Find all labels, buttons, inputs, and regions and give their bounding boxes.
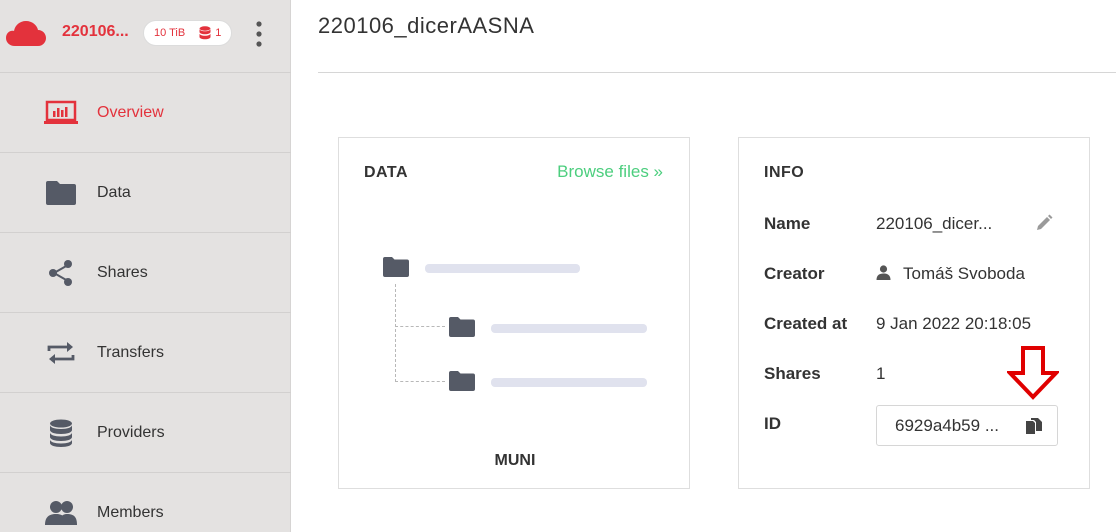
folder-icon [449, 371, 475, 391]
annotation-arrow-down-icon [1007, 346, 1059, 400]
sidebar-item-transfers[interactable]: Transfers [0, 313, 291, 393]
id-value: 6929a4b59 ... [895, 415, 999, 435]
page-title: 220106_dicerAASNA [318, 13, 535, 38]
data-card-heading: DATA [364, 164, 409, 181]
sidebar-item-members[interactable]: Members [0, 473, 291, 532]
creator-label: Creator [764, 264, 825, 283]
sidebar-item-providers[interactable]: Providers [0, 393, 291, 473]
sidebar-header: 220106... 10 TiB 1 [0, 0, 291, 73]
shares-value: 1 [876, 364, 886, 383]
database-icon [44, 416, 78, 450]
data-card: DATA Browse files » MUNI [338, 137, 690, 489]
shares-label: Shares [764, 364, 821, 383]
browse-files-link[interactable]: Browse files » [557, 162, 663, 182]
overview-icon [44, 96, 78, 130]
cloud-icon [6, 21, 46, 46]
tree-connector [395, 284, 396, 382]
info-card-heading: INFO [764, 164, 805, 181]
title-divider [318, 72, 1116, 73]
tree-placeholder-bar [491, 324, 647, 333]
sidebar-item-data[interactable]: Data [0, 153, 291, 233]
database-icon [199, 26, 211, 40]
info-card: INFO Name 220106_dicer... Creator Tomáš … [738, 137, 1090, 489]
quota-label: 10 TiB [154, 27, 186, 39]
creator-value: Tomáš Svoboda [876, 264, 1025, 284]
sidebar-item-label: Data [97, 183, 131, 201]
tree-connector [395, 381, 445, 382]
id-label: ID [764, 414, 781, 433]
space-name[interactable]: 220106... [62, 23, 129, 41]
sidebar-item-shares[interactable]: Shares [0, 233, 291, 313]
id-field[interactable]: 6929a4b59 ... [876, 405, 1058, 446]
share-icon [44, 256, 78, 290]
edit-icon[interactable] [1035, 214, 1053, 232]
created-at-value: 9 Jan 2022 20:18:05 [876, 314, 1032, 333]
tree-placeholder-bar [491, 378, 647, 387]
tree-connector [395, 326, 445, 327]
name-value: 220106_dicer... [876, 214, 993, 233]
providers-count: 1 [199, 26, 221, 40]
created-at-label: Created at [764, 314, 848, 333]
sidebar-item-label: Transfers [97, 343, 164, 361]
folder-icon [449, 317, 475, 337]
name-label: Name [764, 214, 811, 233]
tree-placeholder-bar [425, 264, 580, 273]
provider-name: MUNI [494, 452, 536, 469]
transfer-icon [44, 336, 78, 370]
members-icon [44, 496, 78, 530]
folder-icon [383, 257, 409, 277]
sidebar: 220106... 10 TiB 1 Overview Data Shares … [0, 0, 291, 532]
sidebar-item-label: Providers [97, 423, 165, 441]
space-stats-pill[interactable]: 10 TiB 1 [143, 20, 232, 46]
more-menu-icon[interactable] [252, 20, 266, 48]
sidebar-item-overview[interactable]: Overview [0, 73, 291, 153]
sidebar-item-label: Shares [97, 263, 148, 281]
creator-name: Tomáš Svoboda [903, 264, 1025, 283]
copy-icon[interactable] [1025, 418, 1043, 435]
folder-icon [44, 176, 78, 210]
sidebar-item-label: Overview [97, 103, 164, 121]
user-icon [876, 265, 891, 280]
providers-count-value: 1 [215, 27, 222, 39]
sidebar-item-label: Members [97, 503, 164, 521]
